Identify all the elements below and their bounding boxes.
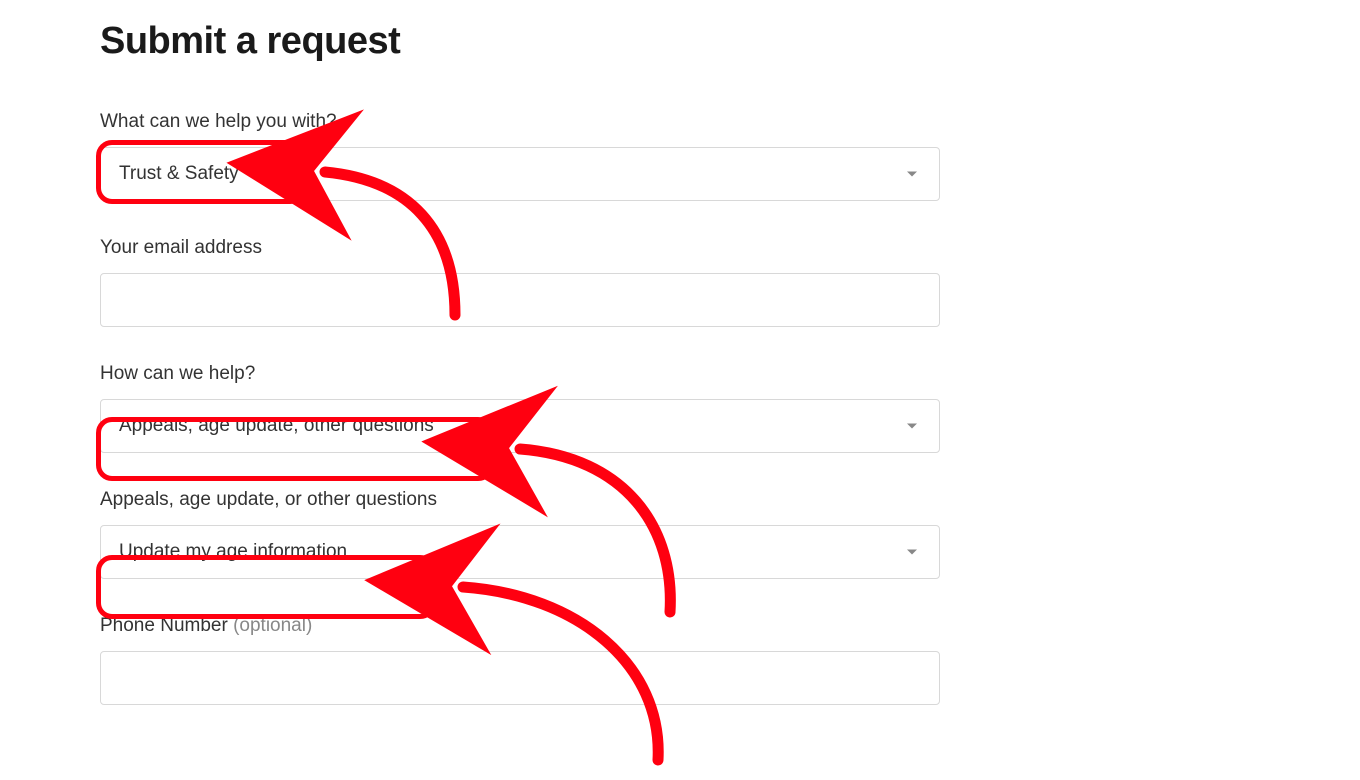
select-help-with-value: Trust & Safety <box>119 163 239 185</box>
select-appeals-sub[interactable]: Update my age information <box>100 525 940 579</box>
caret-down-icon <box>907 550 917 555</box>
caret-down-icon <box>907 424 917 429</box>
select-how-help[interactable]: Appeals, age update, other questions <box>100 399 940 453</box>
input-email[interactable] <box>100 273 940 327</box>
select-appeals-sub-value: Update my age information <box>119 541 347 563</box>
select-help-with[interactable]: Trust & Safety <box>100 147 940 201</box>
field-help-with: What can we help you with? Trust & Safet… <box>100 111 940 201</box>
page-title: Submit a request <box>100 20 940 63</box>
label-how-help: How can we help? <box>100 363 940 385</box>
label-help-with: What can we help you with? <box>100 111 940 133</box>
label-email: Your email address <box>100 237 940 259</box>
label-appeals-sub: Appeals, age update, or other questions <box>100 489 940 511</box>
form-container: Submit a request What can we help you wi… <box>0 0 1040 705</box>
label-phone-optional: (optional) <box>233 615 312 636</box>
field-appeals-sub: Appeals, age update, or other questions … <box>100 489 940 579</box>
field-phone: Phone Number (optional) <box>100 615 940 705</box>
select-how-help-value: Appeals, age update, other questions <box>119 415 434 437</box>
caret-down-icon <box>907 172 917 177</box>
label-phone: Phone Number (optional) <box>100 615 940 637</box>
label-phone-main: Phone Number <box>100 615 233 636</box>
input-phone[interactable] <box>100 651 940 705</box>
field-how-help: How can we help? Appeals, age update, ot… <box>100 363 940 453</box>
field-email: Your email address <box>100 237 940 327</box>
